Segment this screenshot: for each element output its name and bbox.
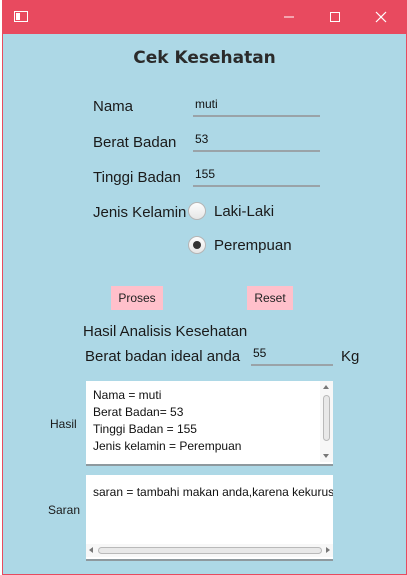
radio-laki-laki-label: Laki-Laki — [214, 202, 275, 220]
berat-field[interactable]: 53 — [193, 130, 320, 152]
maximize-button[interactable] — [312, 0, 358, 34]
radio-perempuan-circle[interactable] — [188, 236, 206, 254]
hasil-line: Jenis kelamin = Perempuan — [93, 439, 242, 453]
scroll-right-arrow-icon[interactable] — [326, 547, 330, 553]
close-icon — [375, 11, 387, 23]
hasil-label: Hasil — [50, 417, 77, 431]
saran-horizontal-scrollbar[interactable] — [86, 544, 333, 557]
hasil-line: Tinggi Badan = 155 — [93, 422, 197, 436]
scroll-up-arrow-icon[interactable] — [323, 385, 329, 389]
saran-text: saran = tambahi makan anda,karena kekuru… — [93, 485, 333, 499]
maximize-icon — [330, 12, 340, 22]
jenis-kelamin-label: Jenis Kelamin — [93, 204, 187, 221]
tinggi-field[interactable]: 155 — [193, 165, 320, 187]
minimize-icon — [284, 16, 294, 18]
radio-perempuan-label: Perempuan — [214, 236, 292, 254]
scroll-left-arrow-icon[interactable] — [89, 547, 93, 553]
nama-field[interactable]: muti — [193, 95, 320, 117]
radio-laki-laki[interactable]: Laki-Laki — [188, 202, 274, 220]
reset-button[interactable]: Reset — [247, 286, 293, 310]
hasil-text: Nama = muti Berat Badan= 53 Tinggi Badan… — [93, 387, 241, 455]
minimize-button[interactable] — [266, 0, 312, 34]
saran-scroll-thumb[interactable] — [98, 547, 322, 554]
saran-label: Saran — [48, 503, 81, 517]
kg-unit-label: Kg — [341, 348, 360, 365]
berat-ideal-label: Berat badan ideal anda — [85, 348, 241, 365]
hasil-analisis-heading: Hasil Analisis Kesehatan — [83, 323, 248, 340]
title-bar[interactable] — [3, 0, 406, 34]
berat-ideal-field[interactable]: 55 — [251, 344, 333, 366]
berat-label: Berat Badan — [93, 134, 177, 151]
close-button[interactable] — [358, 0, 404, 34]
radio-laki-laki-circle[interactable] — [188, 202, 206, 220]
hasil-line: Berat Badan= 53 — [93, 405, 184, 419]
saran-textarea[interactable]: saran = tambahi makan anda,karena kekuru… — [86, 475, 333, 561]
hasil-line: Nama = muti — [93, 388, 162, 402]
page-title: Cek Kesehatan — [133, 48, 276, 68]
hasil-scroll-thumb[interactable] — [323, 395, 330, 441]
app-window: Cek Kesehatan Nama muti Berat Badan 53 T… — [2, 0, 407, 575]
proses-button[interactable]: Proses — [111, 286, 163, 310]
scroll-down-arrow-icon[interactable] — [323, 454, 329, 458]
radio-perempuan[interactable]: Perempuan — [188, 236, 292, 254]
tinggi-label: Tinggi Badan — [93, 169, 181, 186]
app-icon — [14, 11, 28, 22]
nama-label: Nama — [93, 98, 134, 115]
hasil-textarea[interactable]: Nama = muti Berat Badan= 53 Tinggi Badan… — [86, 381, 333, 466]
hasil-vertical-scrollbar[interactable] — [320, 381, 333, 462]
